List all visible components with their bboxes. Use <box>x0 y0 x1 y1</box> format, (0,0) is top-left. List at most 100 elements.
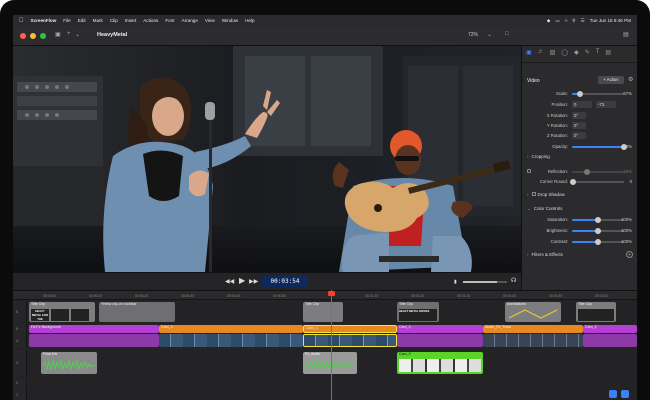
menu-insert[interactable]: Insert <box>125 18 137 23</box>
filters-section[interactable]: › Filters & Effects <box>527 252 563 257</box>
dropbox-icon[interactable]: ◆ <box>547 18 551 24</box>
drop-shadow-checkbox[interactable] <box>531 192 536 196</box>
fast-forward-icon[interactable]: ▶▶ <box>249 278 258 285</box>
headphones-icon[interactable]: ☊ <box>511 277 516 284</box>
opacity-value[interactable]: 100% <box>621 144 632 149</box>
video-clip[interactable]: Cam_2 <box>583 325 637 333</box>
add-filter-icon[interactable]: + <box>626 251 633 258</box>
screen-icon[interactable]: ▧ <box>550 49 556 56</box>
brightness-value[interactable]: 100% <box>621 228 632 233</box>
video-clip[interactable]: Cam_9 <box>397 352 483 374</box>
menu-window[interactable]: Window <box>222 18 238 23</box>
cropping-section[interactable]: › Cropping <box>527 154 550 159</box>
search-icon[interactable]: ⚲ <box>572 18 575 24</box>
video-clip-body[interactable] <box>397 334 483 347</box>
video-clip[interactable]: Audio_Fx_Track <box>483 325 583 333</box>
menu-font[interactable]: Font <box>165 18 174 23</box>
rewind-icon[interactable]: ◀◀ <box>225 278 234 285</box>
video-thumbnails[interactable] <box>159 334 303 347</box>
text-icon[interactable]: T <box>596 49 600 56</box>
callout-icon[interactable]: ◯ <box>561 49 568 56</box>
battery-icon[interactable]: ▭ <box>555 18 559 24</box>
menu-actions[interactable]: Actions <box>143 18 158 23</box>
contrast-value[interactable]: 100% <box>621 239 632 244</box>
video-thumbnails[interactable] <box>483 334 583 347</box>
saturation-slider[interactable] <box>572 217 624 223</box>
saturation-value[interactable]: 100% <box>621 217 632 222</box>
reflection-value[interactable]: 25% <box>623 169 632 174</box>
video-clip[interactable]: Cam_4 <box>397 325 483 333</box>
scale-slider[interactable] <box>572 91 624 97</box>
timeline[interactable]: 00:00:00 00:00:10 00:00:20 00:00:30 00:0… <box>13 290 637 400</box>
contrast-slider[interactable] <box>572 239 624 245</box>
minimize-button[interactable] <box>30 33 36 39</box>
video-canvas[interactable] <box>13 46 521 272</box>
gear-icon[interactable]: ⚙ <box>628 76 633 83</box>
menu-mark[interactable]: Mark <box>93 18 103 23</box>
volume-icon[interactable]: ▮ <box>454 279 457 285</box>
reflection-checkbox[interactable] <box>527 169 531 173</box>
video-clip-body[interactable] <box>583 334 637 347</box>
corner-round-value[interactable]: 0 <box>630 179 632 184</box>
position-y-field[interactable]: -73 <box>596 101 616 108</box>
add-action-button[interactable]: + Action <box>598 76 624 84</box>
clock[interactable]: Tue Jun 15 8:46 PM <box>590 18 631 23</box>
selected-clip[interactable]: Cam_3 <box>303 325 397 333</box>
audio-clip[interactable]: Fx_Audio <box>303 352 357 374</box>
scale-value[interactable]: 67% <box>623 91 632 96</box>
volume-slider[interactable] <box>463 281 507 283</box>
timeline-zoom-icon[interactable] <box>609 390 617 398</box>
timeline-settings-icon[interactable] <box>621 390 629 398</box>
video-icon[interactable]: ▣ <box>526 49 532 56</box>
touch-icon[interactable]: ◆ <box>574 49 579 56</box>
apple-icon[interactable]:  <box>19 18 24 24</box>
brightness-slider[interactable] <box>572 228 624 234</box>
drop-shadow-section[interactable]: › Drop Shadow <box>527 192 565 197</box>
video-clip-body[interactable] <box>29 334 159 347</box>
title-clip[interactable]: Title Clip HEAVY METAL FOR THE MASSES <box>29 302 95 322</box>
opacity-slider[interactable] <box>572 144 627 150</box>
color-controls-section[interactable]: ⌄ Color Controls <box>527 206 563 212</box>
menu-app-name[interactable]: ScreenFlow <box>31 18 57 23</box>
reflection-slider[interactable] <box>572 169 624 175</box>
menu-edit[interactable]: Edit <box>78 18 86 23</box>
media-icon[interactable]: ▤ <box>605 49 611 56</box>
sidebar-toggle-icon[interactable]: ▣ <box>55 31 61 38</box>
playhead[interactable] <box>331 290 332 400</box>
chevron-down-icon[interactable]: ⌄ <box>75 31 80 38</box>
zoom-button[interactable] <box>40 33 46 39</box>
y-rotation-field[interactable]: 0° <box>572 122 586 129</box>
annotation-clip[interactable]: Annotations <box>505 302 561 322</box>
corner-round-slider[interactable] <box>570 179 624 185</box>
close-button[interactable] <box>20 33 26 39</box>
audio-clip[interactable]: Final Mix <box>41 352 97 374</box>
menu-file[interactable]: File <box>63 18 70 23</box>
inspector-toggle-icon[interactable]: ▤ <box>623 31 629 38</box>
video-clip[interactable]: Fd-Fe Background <box>29 325 159 333</box>
timeline-ruler[interactable]: 00:00:00 00:00:10 00:00:20 00:00:30 00:0… <box>13 291 637 300</box>
control-center-icon[interactable]: ☰ <box>581 18 585 24</box>
crop-icon[interactable]: □ <box>505 31 509 37</box>
timecode-display[interactable]: 00:03:54 <box>262 276 308 287</box>
annotation-icon[interactable]: ✎ <box>585 49 590 56</box>
menu-help[interactable]: Help <box>245 18 254 23</box>
menu-view[interactable]: View <box>205 18 215 23</box>
z-rotation-field[interactable]: 0° <box>572 132 586 139</box>
title-clip[interactable]: Yellow clip-on rockstar <box>99 302 175 322</box>
zoom-level[interactable]: 72% <box>468 32 478 38</box>
title-clip[interactable]: Title Clip <box>303 302 343 322</box>
playhead-handle[interactable] <box>328 291 335 296</box>
x-rotation-field[interactable]: 0° <box>572 112 586 119</box>
wifi-icon[interactable]: ≈ <box>565 18 568 23</box>
position-x-field[interactable]: 0 <box>572 101 592 108</box>
zoom-chevron-icon[interactable]: ⌄ <box>487 31 492 38</box>
menu-arrange[interactable]: Arrange <box>182 18 198 23</box>
title-clip[interactable]: Title Clip <box>576 302 616 322</box>
selected-thumbnails[interactable] <box>303 334 397 347</box>
add-media-icon[interactable]: + <box>67 31 71 37</box>
audio-icon[interactable]: ♬ <box>538 49 544 56</box>
title-clip[interactable]: Title Clip HEAVY METAL MOVES <box>397 302 439 322</box>
menu-clip[interactable]: Clip <box>110 18 118 23</box>
video-clip[interactable]: Cam_3 <box>159 325 303 333</box>
play-icon[interactable]: ▶ <box>239 276 245 285</box>
